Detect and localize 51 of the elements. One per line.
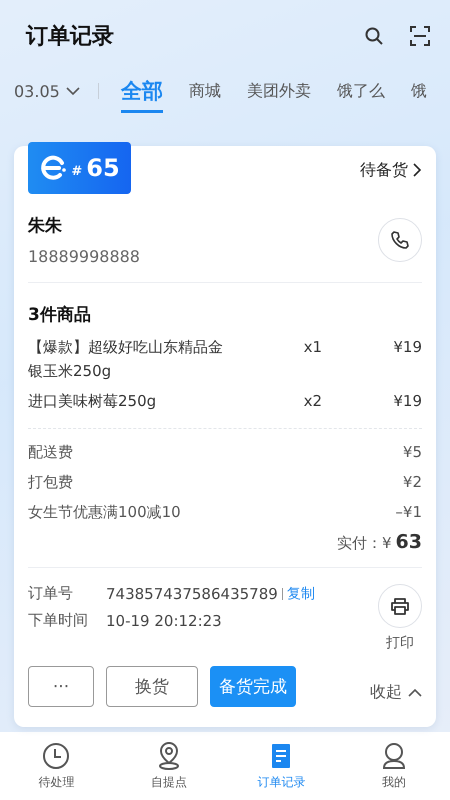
scan-icon[interactable] [410, 26, 430, 46]
tab[interactable]: 饿 [410, 72, 427, 110]
fee-amount: ¥2 [402, 472, 422, 493]
tab[interactable]: 美团外卖 [246, 72, 311, 110]
chevron-up-icon [408, 688, 422, 698]
info-value: 743857437586435789 [106, 584, 278, 602]
printer-icon [390, 596, 410, 616]
page-title: 订单记录 [26, 23, 115, 51]
copy-link[interactable]: 复制 [286, 584, 315, 602]
action-button[interactable]: ··· [28, 666, 94, 707]
nav-item[interactable]: 自提点 [112, 732, 225, 800]
fee-label: 打包费 [28, 472, 73, 493]
fee-label: 女生节优惠满100减10 [28, 502, 181, 523]
item-price: ¥19 [392, 391, 422, 412]
item-quantity: x2 [302, 391, 323, 412]
badge-number: 65 [86, 154, 120, 182]
search-icon[interactable] [364, 26, 384, 46]
info-label: 订单号 [28, 584, 74, 603]
clock-icon [42, 742, 70, 770]
action-button[interactable]: 换货 [106, 666, 198, 707]
phone-icon [390, 230, 410, 250]
fee-amount: ¥5 [402, 442, 422, 463]
print-label: 打印 [386, 634, 414, 652]
customer-name: 朱朱 [28, 215, 63, 237]
items-count-title: 3件商品 [28, 304, 92, 326]
item-price: ¥19 [392, 337, 422, 358]
fee-amount: –¥1 [395, 502, 422, 523]
tab[interactable]: 商城 [188, 72, 221, 110]
info-value: 10-19 20:12:23 [106, 612, 222, 630]
badge-hash: # [71, 164, 82, 178]
item-name: 进口美味树莓250g [28, 391, 158, 412]
item-name: 【爆款】超级好吃山东精品金银玉米250g [28, 337, 224, 382]
print-button[interactable] [378, 584, 422, 628]
customer-phone: 18889998888 [28, 247, 140, 266]
date-filter[interactable]: 03.05 [14, 82, 80, 100]
collapse-button[interactable]: 收起 [370, 682, 422, 703]
logo-icon [39, 154, 68, 182]
nav-item[interactable]: 订单记录 [225, 732, 338, 800]
item-quantity: x1 [302, 337, 323, 358]
info-label: 下单时间 [28, 611, 89, 630]
order-status-link[interactable]: 待备货 [360, 160, 422, 180]
chevron-right-icon [412, 162, 422, 178]
nav-item[interactable]: 待处理 [0, 732, 112, 800]
fee-label: 配送费 [28, 442, 73, 463]
nav-item[interactable]: 我的 [338, 732, 450, 800]
action-button[interactable]: 备货完成 [210, 666, 296, 707]
total-amount: 63 [396, 531, 422, 553]
total-label: 实付：¥ [337, 534, 392, 553]
tab[interactable]: 饿了么 [336, 72, 385, 110]
chevron-down-icon [66, 86, 80, 96]
call-button[interactable] [378, 218, 422, 262]
